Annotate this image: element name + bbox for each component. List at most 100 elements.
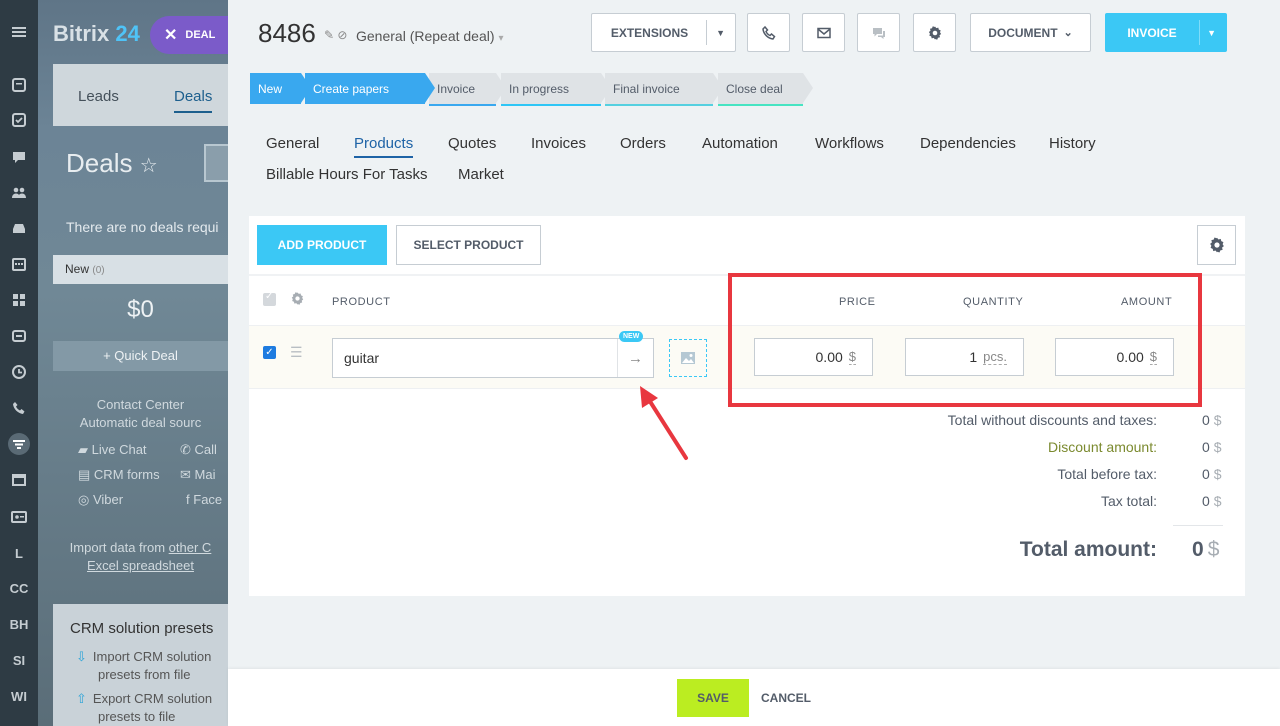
window-icon[interactable] [0, 468, 38, 492]
total-before-tax-label: Total before tax: [1057, 466, 1157, 482]
bg-contact-center: Contact Center Automatic deal sourc [53, 396, 228, 432]
mail-icon: ✉ [180, 467, 191, 482]
product-settings-button[interactable] [1197, 225, 1236, 265]
column-settings-icon[interactable] [290, 291, 305, 309]
bg-source-label: Face [193, 492, 223, 507]
bg-tab-leads[interactable]: Leads [78, 88, 119, 105]
bg-preset-line: presets to file [98, 709, 176, 724]
grand-total-currency: $ [1207, 538, 1220, 561]
call-button[interactable] [747, 13, 790, 52]
tab-dependencies[interactable]: Dependencies [920, 135, 1016, 152]
add-product-button[interactable]: ADD PRODUCT [257, 225, 387, 265]
groups-icon[interactable] [0, 180, 38, 204]
bg-import-link[interactable]: other C [169, 540, 212, 555]
filter-icon[interactable] [0, 430, 38, 458]
bg-source-crmforms[interactable]: ▤ CRM forms [78, 467, 160, 483]
tab-workflows[interactable]: Workflows [815, 135, 884, 152]
chevron-down-icon[interactable]: ▼ [1207, 28, 1216, 38]
select-product-button[interactable]: SELECT PRODUCT [396, 225, 541, 265]
rail-item-wi[interactable]: WI [0, 684, 38, 708]
quantity-input[interactable]: 1 pcs. [905, 338, 1024, 376]
bg-preset-export[interactable]: ⇧ Export CRM solution presets to file [76, 690, 212, 726]
chat-button[interactable] [857, 13, 900, 52]
quantity-unit[interactable]: pcs. [983, 349, 1007, 365]
menu-icon[interactable] [0, 20, 38, 44]
tasks-icon[interactable] [0, 108, 38, 132]
stage-close-deal[interactable]: Close deal [718, 73, 813, 106]
price-input[interactable]: 0.00 $ [754, 338, 873, 376]
rail-item-cc[interactable]: CC [0, 576, 38, 600]
tab-general[interactable]: General [266, 135, 319, 152]
rail-item-si[interactable]: SI [0, 648, 38, 672]
tab-products[interactable]: Products [354, 135, 414, 158]
total-number: 0 [1202, 439, 1210, 455]
stage-arrow [601, 73, 611, 103]
bg-preset-import[interactable]: ⇩ Import CRM solution presets from file [76, 648, 211, 684]
select-all-checkbox[interactable] [263, 291, 276, 306]
product-image-upload[interactable] [669, 339, 707, 377]
bg-source-label: CRM forms [93, 467, 160, 482]
tab-automation[interactable]: Automation [702, 135, 778, 152]
product-name-input[interactable]: guitar [332, 338, 654, 378]
document-label: DOCUMENT [988, 25, 1058, 40]
bg-source-facebook[interactable]: f Face [186, 492, 222, 507]
deal-chip[interactable]: ✕ DEAL [150, 16, 228, 54]
stage-create-papers[interactable]: Create papers [305, 73, 435, 104]
bitrix-logo: Bitrix 24 [53, 21, 140, 47]
rail-item-bh[interactable]: BH [0, 612, 38, 636]
calendar-icon[interactable] [0, 252, 38, 276]
tab-quotes[interactable]: Quotes [448, 135, 496, 152]
bg-source-mail[interactable]: ✉ Mai [180, 467, 215, 483]
save-button[interactable]: SAVE [677, 679, 749, 717]
stage-arrow [496, 73, 506, 103]
drag-handle-icon[interactable]: ☰ [290, 344, 303, 361]
bg-filter-box[interactable] [204, 144, 228, 182]
settings-button[interactable] [913, 13, 956, 52]
star-icon[interactable]: ☆ [140, 155, 158, 177]
pencil-icon[interactable]: ✎ [324, 28, 334, 42]
column-header-price: PRICE [839, 296, 876, 308]
tab-billable-hours[interactable]: Billable Hours For Tasks [266, 166, 427, 183]
tax-total-value: 0 $ [1202, 493, 1222, 509]
clock-icon[interactable] [0, 360, 38, 384]
stage-new[interactable]: New [250, 73, 311, 104]
stage-invoice[interactable]: Invoice [429, 73, 506, 106]
total-number: 0 [1202, 493, 1210, 509]
contact-card-icon[interactable] [0, 505, 38, 529]
bg-tab-deals[interactable]: Deals [174, 88, 213, 113]
tab-market[interactable]: Market [458, 166, 504, 183]
tab-invoices[interactable]: Invoices [531, 135, 586, 152]
total-currency: $ [1213, 466, 1222, 482]
phone-icon[interactable] [0, 396, 38, 420]
bg-source-call[interactable]: ✆ Call [180, 442, 217, 458]
bg-source-livechat[interactable]: ▰ Live Chat [78, 442, 147, 458]
email-button[interactable] [802, 13, 845, 52]
cancel-button[interactable]: CANCEL [754, 679, 818, 717]
arrow-right-icon[interactable]: → [617, 339, 653, 377]
bg-import-label: Import data from [69, 540, 166, 555]
tab-history[interactable]: History [1049, 135, 1096, 152]
deal-category[interactable]: General (Repeat deal) ▾ [356, 28, 504, 44]
bg-quick-deal[interactable]: + Quick Deal [53, 341, 228, 371]
invoice-button[interactable]: INVOICE ▼ [1105, 13, 1227, 52]
rail-item-l[interactable]: L [0, 541, 38, 565]
chat-icon[interactable] [0, 145, 38, 169]
chevron-down-icon[interactable]: ▼ [716, 28, 725, 38]
discount-amount-value: 0 $ [1202, 439, 1222, 455]
apps-icon[interactable] [0, 288, 38, 312]
drive-icon[interactable] [0, 216, 38, 240]
stage-in-progress[interactable]: In progress [501, 73, 611, 106]
sync-icon[interactable] [0, 324, 38, 348]
extensions-button[interactable]: EXTENSIONS ▼ [591, 13, 736, 52]
row-checkbox[interactable]: ✓ [263, 346, 276, 359]
stage-final-invoice[interactable]: Final invoice [605, 73, 723, 106]
import-icon: ⇩ [76, 649, 87, 664]
stage-label: New [258, 81, 283, 96]
amount-input[interactable]: 0.00 $ [1055, 338, 1174, 376]
document-button[interactable]: DOCUMENT ⌄ [970, 13, 1091, 52]
bg-source-viber[interactable]: ◎ Viber [78, 492, 123, 508]
bg-import-excel-link[interactable]: Excel spreadsheet [87, 558, 194, 573]
tab-orders[interactable]: Orders [620, 135, 666, 152]
feed-icon[interactable] [0, 73, 38, 97]
link-icon[interactable]: ⊘ [337, 28, 347, 42]
